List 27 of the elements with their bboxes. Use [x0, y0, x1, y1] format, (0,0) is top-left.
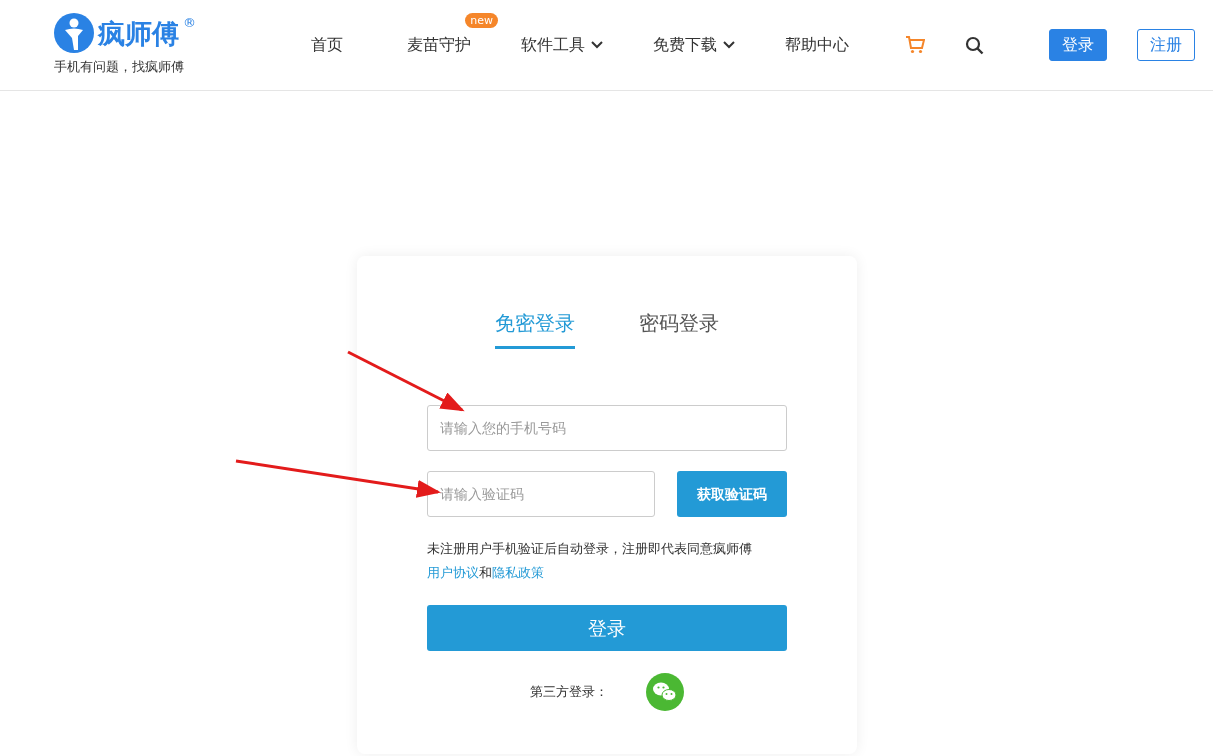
chat-bubbles-icon[interactable]	[645, 673, 684, 711]
nav-link[interactable]: 帮助中心	[785, 33, 849, 57]
login-button[interactable]: 登录	[1049, 29, 1107, 61]
nav-link[interactable]: 首页	[311, 33, 343, 57]
logo-icon	[54, 13, 94, 54]
code-input-field[interactable]: 请输入验证码	[426, 471, 655, 517]
registered-mark: ®	[183, 14, 196, 33]
search-icon[interactable]	[965, 35, 984, 55]
logo-text[interactable]: 疯师傅	[98, 19, 179, 47]
login-tab[interactable]: 免密登录	[494, 308, 575, 349]
agreement-link[interactable]: 用户协议	[426, 565, 479, 580]
nav-link[interactable]: 免费下载	[653, 33, 735, 57]
login-tab[interactable]: 密码登录	[638, 308, 719, 349]
cart-icon[interactable]	[905, 36, 925, 54]
phone-input-field[interactable]: 请输入您的手机号码	[426, 405, 787, 451]
nav-link[interactable]: 软件工具	[521, 33, 603, 57]
third-party-label: 第三方登录：	[529, 683, 608, 702]
chevron-down-icon	[591, 41, 603, 49]
chevron-down-icon	[723, 41, 735, 49]
submit-login-button[interactable]: 登录	[426, 605, 787, 651]
register-button[interactable]: 注册	[1137, 29, 1195, 61]
get-code-button[interactable]: 获取验证码	[676, 471, 787, 517]
logo-slogan: 手机有问题，找疯师傅	[54, 58, 185, 77]
agreement-text: 未注册用户手机验证后自动登录，注册即代表同意疯师傅 用户协议和隐私政策	[426, 540, 753, 582]
nav-link[interactable]: 麦苗守护	[407, 33, 471, 57]
new-badge: new	[465, 13, 498, 28]
agreement-link[interactable]: 隐私政策	[491, 565, 544, 580]
